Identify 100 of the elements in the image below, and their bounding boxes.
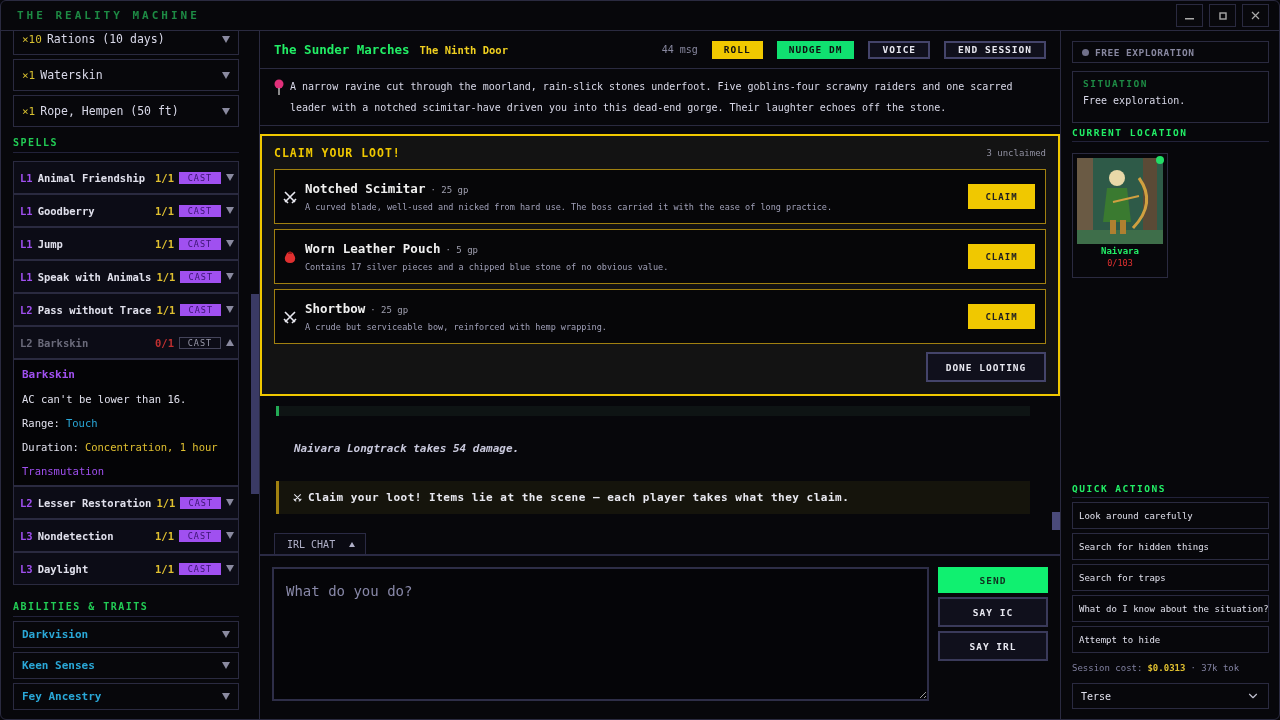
spell-level: L3 xyxy=(20,529,33,542)
quick-action-button[interactable]: What do I know about the situation? xyxy=(1072,595,1269,622)
spell-name: Nondetection xyxy=(37,529,115,542)
character-hp: 0/103 xyxy=(1107,258,1133,268)
composer-button[interactable]: SEND xyxy=(938,567,1048,593)
caret-icon xyxy=(222,631,230,638)
header-button[interactable]: ROLL xyxy=(711,40,763,59)
range-label: Range: xyxy=(22,417,60,429)
range-value: Touch xyxy=(65,417,98,429)
spell-row[interactable]: L2 Barkskin 0/1 CAST xyxy=(13,326,239,359)
spell-name: Barkskin xyxy=(37,336,90,349)
pin-icon xyxy=(274,79,284,95)
loot-price: · 5 gp xyxy=(445,245,478,255)
unclaimed-count: 3 unclaimed xyxy=(986,148,1046,158)
minimize-icon xyxy=(1185,18,1194,20)
spell-name: Goodberry xyxy=(37,204,96,217)
situation-heading: SITUATION xyxy=(1083,78,1149,89)
item-quantity: ×10 xyxy=(22,32,42,46)
scrollbar-thumb[interactable] xyxy=(251,294,259,494)
loot-name: Notched Scimitar xyxy=(305,181,426,196)
spell-level: L1 xyxy=(20,204,33,217)
ability-row[interactable]: Darkvision xyxy=(13,621,239,648)
inventory-item[interactable]: ×1 Waterskin xyxy=(13,59,239,91)
spell-row[interactable]: L3 Nondetection 1/1 CAST xyxy=(13,519,239,552)
message-count: 44 msg xyxy=(661,44,698,55)
close-icon xyxy=(1251,11,1260,20)
caret-icon xyxy=(222,71,230,79)
character-card[interactable]: Naivara 0/103 xyxy=(1072,153,1168,278)
system-message-text: Claim your loot! Items lie at the scene — each player takes what they claim. xyxy=(308,491,850,504)
caret-icon xyxy=(222,35,230,43)
spell-level: L2 xyxy=(20,336,33,349)
spell-row[interactable]: L3 Daylight 1/1 CAST xyxy=(13,552,239,585)
spell-level: L2 xyxy=(20,303,33,316)
header-button[interactable]: NUDGE DM xyxy=(776,40,855,59)
item-quantity: ×1 xyxy=(22,68,36,82)
quick-action-button[interactable]: Attempt to hide xyxy=(1072,626,1269,653)
ability-row[interactable]: Fey Ancestry xyxy=(13,683,239,710)
claim-button[interactable]: CLAIM xyxy=(968,184,1035,209)
loot-description: A crude but serviceable bow, reinforced with hemp wrapping. xyxy=(305,322,608,332)
close-button[interactable] xyxy=(1242,4,1269,27)
duration-value: Concentration, 1 hour xyxy=(84,441,218,453)
ability-name: Keen Senses xyxy=(22,659,95,672)
loot-description: Contains 17 silver pieces and a chipped blue stone of no obvious value. xyxy=(305,262,670,272)
crossed-swords-icon xyxy=(293,493,302,502)
spell-level: L3 xyxy=(20,562,33,575)
ability-row[interactable]: Keen Senses xyxy=(13,652,239,679)
loot-price: · 25 gp xyxy=(430,185,469,195)
spell-slots: 1/1 xyxy=(155,562,174,575)
spell-row[interactable]: L2 Lesser Restoration 1/1 CAST xyxy=(13,486,239,519)
claim-button[interactable]: CLAIM xyxy=(968,244,1035,269)
loot-description: A curved blade, well-used and nicked from hard use. The boss carried it with the ease of long practice. xyxy=(305,202,834,212)
verbosity-select[interactable]: Terse xyxy=(1072,683,1269,709)
spell-row[interactable]: L1 Animal Friendship 1/1 CAST xyxy=(13,161,239,194)
minimize-button[interactable] xyxy=(1176,4,1203,27)
item-name: Waterskin xyxy=(40,68,104,82)
spell-level: L1 xyxy=(20,171,33,184)
scrollbar-thumb[interactable] xyxy=(1052,512,1060,530)
caret-icon xyxy=(222,107,230,115)
section-heading: CURRENT LOCATION xyxy=(1072,123,1269,142)
item-name: Rope, Hempen (50 ft) xyxy=(40,104,180,118)
quick-action-button[interactable]: Look around carefully xyxy=(1072,502,1269,529)
cost-label: Session cost: xyxy=(1072,663,1143,673)
inventory-item[interactable]: ×1 Rope, Hempen (50 ft) xyxy=(13,95,239,127)
section-heading: QUICK ACTIONS xyxy=(1072,479,1269,498)
spell-row[interactable]: L2 Pass without Trace 1/1 CAST xyxy=(13,293,239,326)
situation-text: Free exploration. xyxy=(1083,95,1187,106)
token-count: · 37k tok xyxy=(1190,663,1240,673)
spell-level: L1 xyxy=(20,237,33,250)
spell-slots: 1/1 xyxy=(156,496,176,509)
header-button[interactable]: END SESSION xyxy=(944,40,1046,59)
spell-name: Jump xyxy=(37,237,64,250)
irl-chat-tab[interactable]: IRL CHAT xyxy=(274,533,367,554)
quick-action-button[interactable]: Search for hidden things xyxy=(1072,533,1269,560)
spell-slots: 1/1 xyxy=(155,171,174,184)
claim-button[interactable]: CLAIM xyxy=(968,304,1035,329)
status-dot-icon xyxy=(1082,48,1089,56)
spell-slots: 1/1 xyxy=(156,270,176,283)
scene-description: A narrow ravine cut through the moorland, rain-slick stones underfoot. Five goblins-four scrawny raiders and one scarred leader with a notched scimitar-have driven you into this dead-end gorge. Their laughter echoes off the stone. xyxy=(290,80,1014,115)
pouch-icon xyxy=(283,249,297,264)
composer-button[interactable]: SAY IC xyxy=(938,597,1048,627)
spell-level: L1 xyxy=(20,270,33,283)
spell-school: Transmutation xyxy=(22,465,106,477)
spell-name: Speak with Animals xyxy=(37,270,152,283)
spell-slots: 1/1 xyxy=(156,303,176,316)
maximize-button[interactable] xyxy=(1209,4,1236,27)
composer-button[interactable]: SAY IRL xyxy=(938,631,1048,661)
spell-row[interactable]: L1 Speak with Animals 1/1 CAST xyxy=(13,260,239,293)
quick-action-button[interactable]: Search for traps xyxy=(1072,564,1269,591)
crossed-swords-icon xyxy=(283,189,297,204)
done-looting-button[interactable]: DONE LOOTING xyxy=(926,352,1046,382)
spell-slots: 0/1 xyxy=(155,336,174,349)
header-button[interactable]: VOICE xyxy=(868,40,931,59)
action-input[interactable]: What do you do? xyxy=(272,567,929,701)
ability-name: Darkvision xyxy=(22,628,89,641)
campaign-title: The Sunder Marches xyxy=(274,42,410,57)
inventory-item[interactable]: ×10 Rations (10 days) xyxy=(13,31,239,55)
spell-row[interactable]: L1 Jump 1/1 CAST xyxy=(13,227,239,260)
spell-description: AC can't be lower than 16. xyxy=(22,393,188,405)
loot-name: Shortbow xyxy=(305,301,366,316)
spell-row[interactable]: L1 Goodberry 1/1 CAST xyxy=(13,194,239,227)
